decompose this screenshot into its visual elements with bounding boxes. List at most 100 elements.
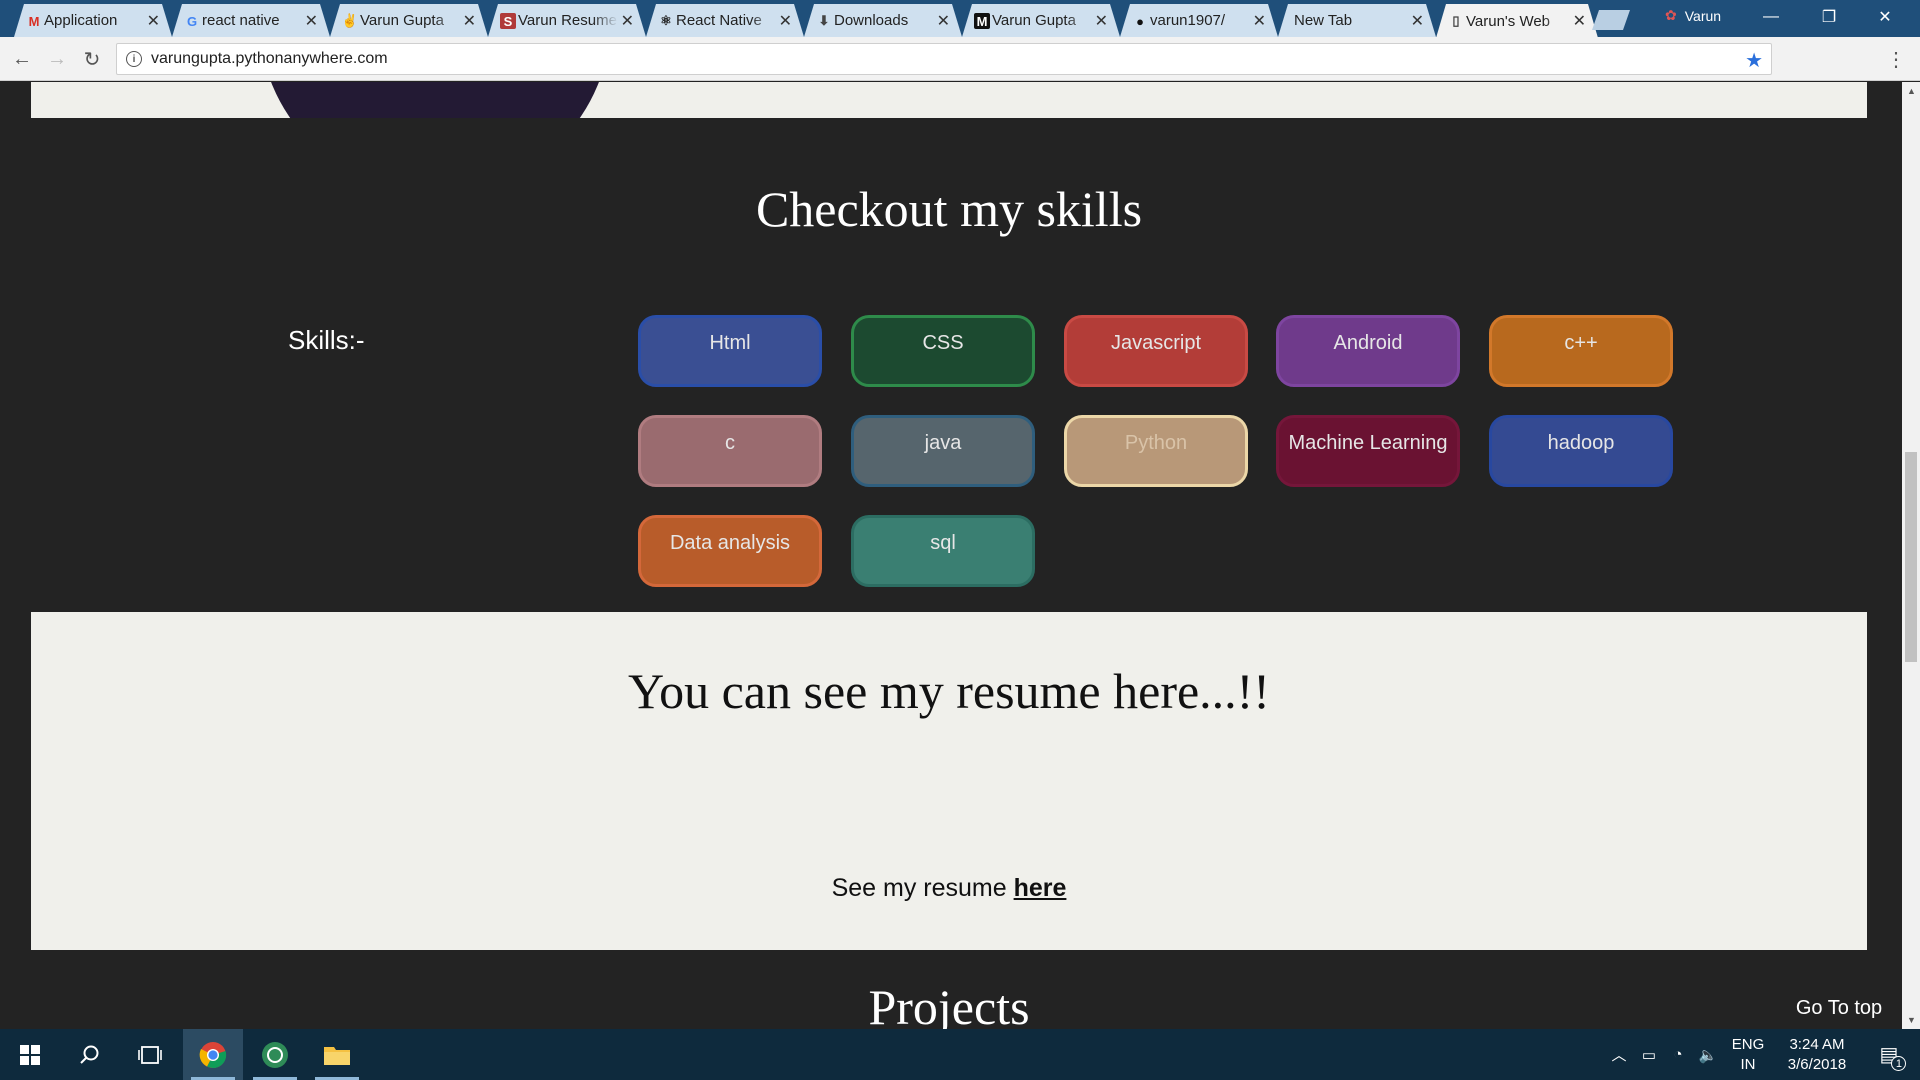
browser-tab[interactable]: ⬇ Downloads ✕ bbox=[804, 4, 962, 37]
forward-icon[interactable]: → bbox=[43, 45, 71, 73]
resume-heading: You can see my resume here...!! bbox=[628, 663, 1270, 719]
close-tab-icon[interactable]: ✕ bbox=[463, 11, 476, 31]
windows-start-icon[interactable] bbox=[0, 1029, 60, 1080]
search-icon[interactable] bbox=[60, 1029, 120, 1080]
skill-chip: c bbox=[638, 415, 822, 487]
volume-icon[interactable]: 🔈 bbox=[1694, 1029, 1722, 1080]
close-tab-icon[interactable]: ✕ bbox=[1253, 11, 1266, 31]
s-icon: S bbox=[500, 13, 516, 29]
skills-heading: Checkout my skills bbox=[755, 181, 1143, 237]
medium-icon: M bbox=[974, 13, 990, 29]
skill-chip: c++ bbox=[1489, 315, 1673, 387]
language-indicator[interactable]: ENG IN bbox=[1726, 1029, 1770, 1080]
browser-tab[interactable]: M Application ✕ bbox=[14, 4, 172, 37]
file-explorer-icon[interactable] bbox=[307, 1029, 367, 1080]
action-center-button[interactable]: ▤ 1 bbox=[1866, 1029, 1912, 1080]
resume-line: See my resume here bbox=[31, 874, 1867, 903]
skills-section: Checkout my skills Skills:- Html CSS Javas… bbox=[31, 130, 1867, 600]
reload-icon[interactable]: ↻ bbox=[78, 45, 106, 73]
skill-chip: sql bbox=[851, 515, 1035, 587]
close-tab-icon[interactable]: ✕ bbox=[1411, 11, 1424, 31]
clock[interactable]: 3:24 AM 3/6/2018 bbox=[1776, 1029, 1858, 1080]
page-scrollbar[interactable]: ▲ ▼ bbox=[1902, 82, 1920, 1029]
page-viewport: Checkout my skills Skills:- Html CSS Javas… bbox=[0, 82, 1902, 1029]
show-hidden-icons-icon[interactable]: ︿ bbox=[1606, 1029, 1632, 1080]
react-icon: ⚛ bbox=[660, 13, 672, 28]
info-icon[interactable]: i bbox=[126, 51, 142, 67]
tab-title: Varun's Web bbox=[1466, 12, 1551, 30]
close-tab-icon[interactable]: ✕ bbox=[621, 11, 634, 31]
tab-title: Varun Gupta bbox=[992, 12, 1076, 29]
hero-section bbox=[31, 82, 1867, 118]
browser-toolbar: ← → ↻ i varungupta.pythonanywhere.com ★ … bbox=[0, 37, 1920, 81]
app-taskbar-icon[interactable] bbox=[245, 1029, 305, 1080]
profile-button[interactable]: ✿ Varun bbox=[1665, 7, 1721, 24]
chrome-taskbar-icon[interactable] bbox=[183, 1029, 243, 1080]
browser-tab[interactable]: Greact native ✕ bbox=[172, 4, 330, 37]
close-tab-icon[interactable]: ✕ bbox=[147, 11, 160, 31]
google-icon: G bbox=[186, 13, 198, 29]
projects-heading-wrap: Projects bbox=[31, 950, 1867, 1029]
skill-chip: java bbox=[851, 415, 1035, 487]
chrome-menu-icon[interactable]: ⋮ bbox=[1886, 47, 1906, 72]
notification-count: 1 bbox=[1891, 1056, 1907, 1071]
skill-chip: Machine Learning bbox=[1276, 415, 1460, 487]
tab-title: Varun Resume bbox=[518, 12, 617, 29]
minimize-button[interactable]: — bbox=[1748, 0, 1794, 34]
skill-chip: Javascript bbox=[1064, 315, 1248, 387]
skill-chip: CSS bbox=[851, 315, 1035, 387]
windows-taskbar: ︿ ▭ ◔ 🔈 ENG IN 3:24 AM 3/6/2018 ▤ 1 bbox=[0, 1029, 1920, 1080]
skill-chip: Android bbox=[1276, 315, 1460, 387]
browser-tab[interactable]: ⚛ React Native ✕ bbox=[646, 4, 804, 37]
close-tab-icon[interactable]: ✕ bbox=[779, 11, 792, 31]
browser-tab[interactable]: ✌ Varun Gupta ✕ bbox=[330, 4, 488, 37]
skill-chip: Python bbox=[1064, 415, 1248, 487]
close-tab-icon[interactable]: ✕ bbox=[937, 11, 950, 31]
tab-title: varun1907/ bbox=[1150, 12, 1226, 29]
resume-link[interactable]: here bbox=[1014, 874, 1067, 902]
tab-title: Varun Gupta bbox=[360, 12, 444, 29]
tab-title: Application bbox=[44, 12, 118, 29]
restore-button[interactable]: ❐ bbox=[1806, 0, 1852, 34]
scroll-up-arrow-icon[interactable]: ▲ bbox=[1907, 86, 1916, 96]
task-view-icon[interactable] bbox=[120, 1029, 180, 1080]
angellist-icon: ✌ bbox=[341, 13, 359, 28]
go-to-top-button[interactable]: Go To top bbox=[1780, 985, 1898, 1031]
browser-tab[interactable]: M Varun Gupta ✕ bbox=[962, 4, 1120, 37]
browser-tab[interactable]: New Tab ✕ bbox=[1278, 4, 1436, 37]
address-bar[interactable]: i varungupta.pythonanywhere.com ★ bbox=[116, 43, 1772, 75]
profile-icon: ✿ bbox=[1665, 7, 1677, 23]
skill-chip: Data analysis bbox=[638, 515, 822, 587]
profile-avatar bbox=[259, 82, 611, 118]
tab-title: New Tab bbox=[1294, 12, 1353, 29]
clock-date: 3/6/2018 bbox=[1787, 1055, 1847, 1073]
browser-tab-strip: M Application ✕ Greact native ✕ ✌ Varun Gupta ✕… bbox=[0, 0, 1920, 37]
back-icon[interactable]: ← bbox=[8, 45, 36, 73]
wifi-icon[interactable]: ◔ bbox=[1664, 1029, 1692, 1080]
battery-icon[interactable]: ▭ bbox=[1636, 1029, 1662, 1080]
profile-name: Varun bbox=[1684, 7, 1722, 24]
scroll-thumb[interactable] bbox=[1905, 452, 1917, 662]
skill-chip: Html bbox=[638, 315, 822, 387]
close-tab-icon[interactable]: ✕ bbox=[1095, 11, 1108, 31]
close-tab-icon[interactable]: ✕ bbox=[1573, 11, 1586, 31]
browser-tab[interactable]: ▯ Varun's Web ✕ bbox=[1436, 4, 1598, 38]
skills-label: Skills:- bbox=[288, 325, 365, 355]
browser-tab[interactable]: S Varun Resume ✕ bbox=[488, 4, 646, 37]
close-window-button[interactable]: ✕ bbox=[1862, 0, 1908, 34]
language-text: ENG bbox=[1731, 1035, 1765, 1053]
page-icon: ▯ bbox=[1452, 13, 1460, 28]
browser-tab[interactable]: ● varun1907/ ✕ bbox=[1120, 4, 1278, 37]
tab-title: Downloads bbox=[834, 12, 909, 29]
bookmark-star-icon[interactable]: ★ bbox=[1745, 48, 1763, 73]
region-text: IN bbox=[1740, 1055, 1756, 1073]
notifications-icon: ▤ 1 bbox=[1880, 1042, 1907, 1071]
resume-text: See my resume bbox=[831, 874, 1014, 902]
close-tab-icon[interactable]: ✕ bbox=[305, 11, 318, 31]
github-icon: ● bbox=[1136, 13, 1144, 29]
download-icon: ⬇ bbox=[818, 13, 830, 28]
projects-heading: Projects bbox=[868, 979, 1030, 1029]
scroll-down-arrow-icon[interactable]: ▼ bbox=[1907, 1015, 1916, 1025]
gmail-icon: M bbox=[28, 13, 40, 29]
url-text: varungupta.pythonanywhere.com bbox=[151, 50, 388, 67]
